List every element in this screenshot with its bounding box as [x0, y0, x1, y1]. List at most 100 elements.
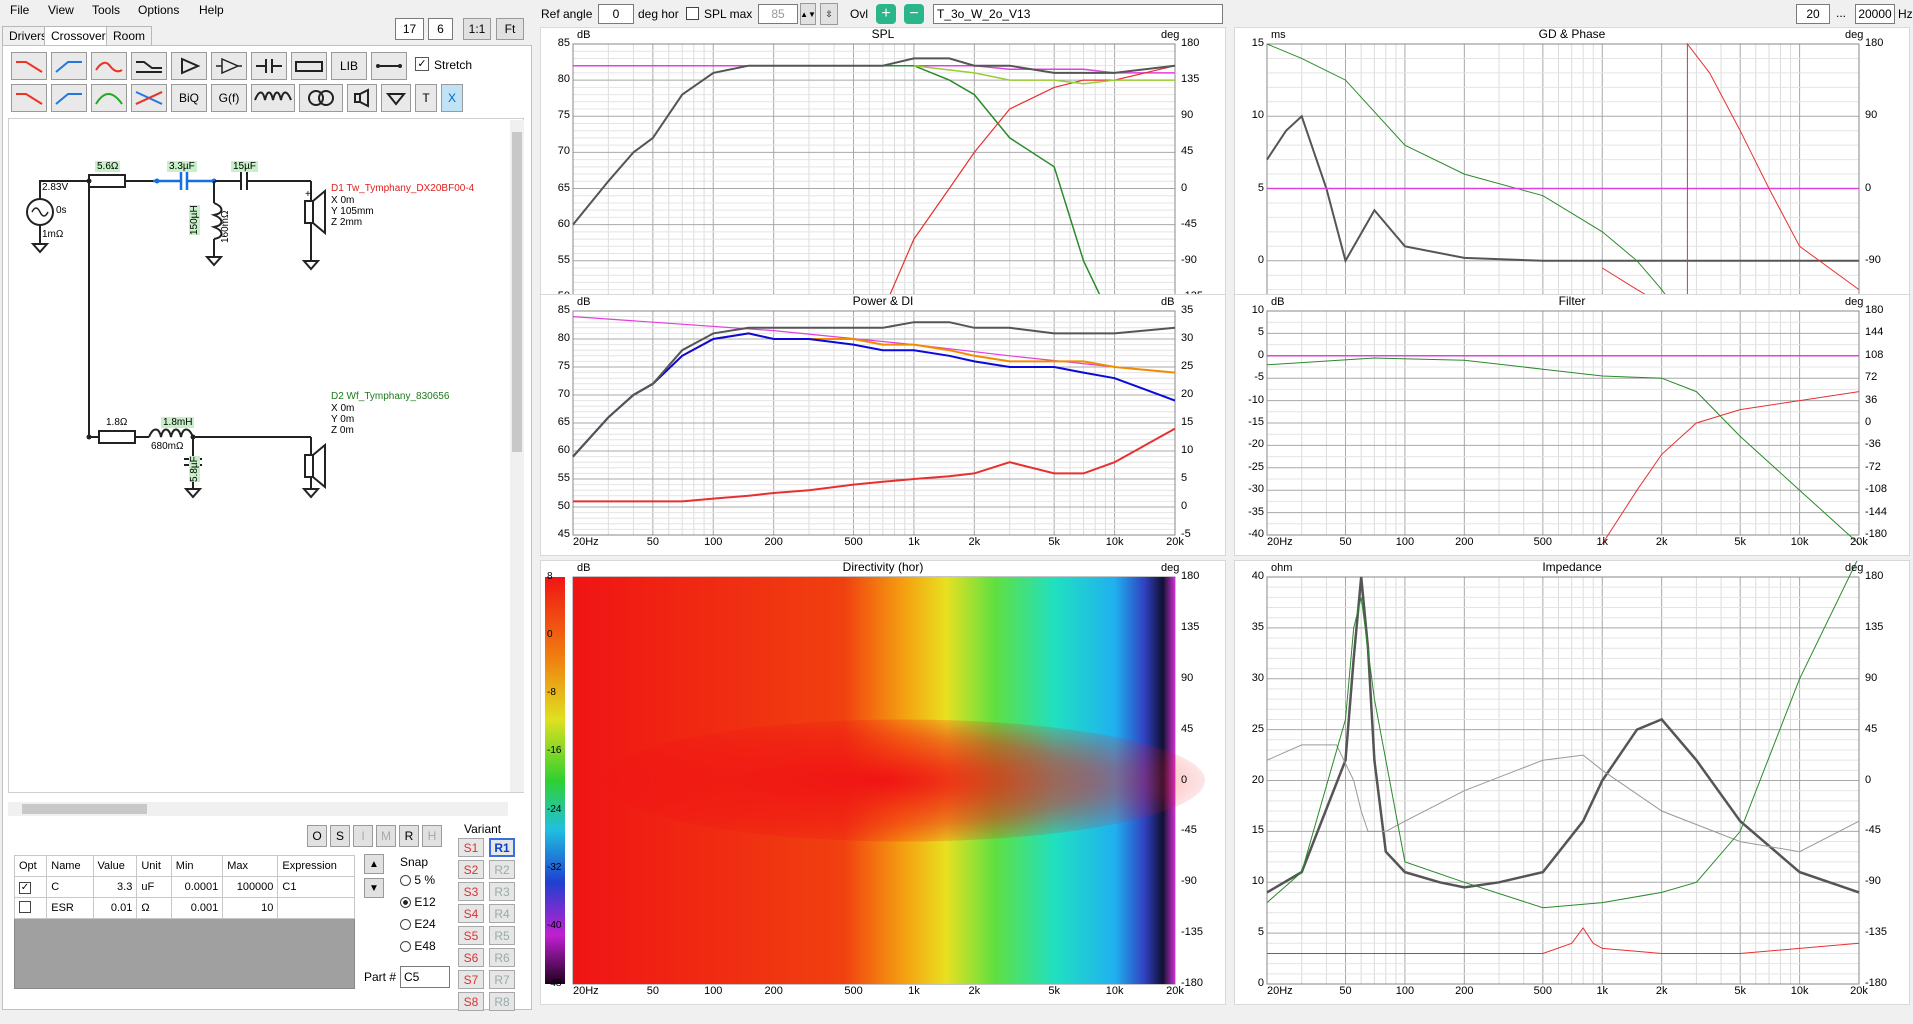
ground-button[interactable]: [381, 84, 411, 112]
cell-name[interactable]: C: [46, 876, 94, 898]
snap-option-5[interactable]: 5 %: [400, 873, 435, 887]
hscroll-thumb[interactable]: [22, 804, 147, 814]
cell-value[interactable]: 0.01: [92, 897, 138, 919]
tab-room[interactable]: Room: [106, 26, 153, 46]
driver-button[interactable]: [347, 84, 377, 112]
move-down-button[interactable]: ▼: [364, 878, 384, 898]
directivity-chart[interactable]: Directivity (hor) 20Hz 50 100 200 500 1k 2k 5k 10…: [540, 560, 1226, 1005]
o-button[interactable]: O: [307, 825, 327, 847]
highpass-2-button[interactable]: [11, 84, 47, 112]
shelf-button[interactable]: [131, 52, 167, 80]
variant-r7-button[interactable]: R7: [489, 970, 515, 989]
variant-s1-button[interactable]: S1: [458, 838, 484, 857]
snap-option-e12[interactable]: E12: [400, 895, 436, 909]
snap-option-e24[interactable]: E24: [400, 917, 436, 931]
opamp-button[interactable]: [211, 52, 247, 80]
menu-help[interactable]: Help: [199, 3, 224, 17]
variant-r6-button[interactable]: R6: [489, 948, 515, 967]
highpass-red-button[interactable]: [11, 52, 47, 80]
wire-button[interactable]: [371, 52, 407, 80]
variant-s2-button[interactable]: S2: [458, 860, 484, 879]
variant-s4-button[interactable]: S4: [458, 904, 484, 923]
menu-file[interactable]: File: [10, 3, 29, 17]
lowpass-blue-button[interactable]: [51, 52, 87, 80]
variant-s7-button[interactable]: S7: [458, 970, 484, 989]
variant-r1-button[interactable]: R1: [489, 838, 515, 857]
menu-options[interactable]: Options: [138, 3, 179, 17]
c2-value[interactable]: 15µF: [231, 161, 258, 172]
menu-tools[interactable]: Tools: [92, 3, 120, 17]
spl-max-checkbox[interactable]: [686, 7, 699, 20]
freq-max-field[interactable]: 20000: [1855, 4, 1895, 24]
stretch-checkbox[interactable]: ✓: [415, 57, 429, 71]
move-up-button[interactable]: ▲: [364, 854, 384, 874]
amp-button[interactable]: [171, 52, 207, 80]
i-button[interactable]: I: [353, 825, 373, 847]
bandpass-red-button[interactable]: [91, 52, 127, 80]
variant-r4-button[interactable]: R4: [489, 904, 515, 923]
table-row[interactable]: ✓ C 3.3 uF 0.0001 100000 C1: [13, 876, 355, 898]
d1-name[interactable]: D1 Tw_Tymphany_DX20BF00-4: [331, 183, 474, 194]
ref-angle-field[interactable]: 0: [598, 4, 634, 24]
biquad-button[interactable]: BiQ: [171, 84, 207, 112]
inductor-button[interactable]: [251, 84, 295, 112]
variant-r5-button[interactable]: R5: [489, 926, 515, 945]
part-number-field[interactable]: C5: [400, 966, 450, 988]
variant-r3-button[interactable]: R3: [489, 882, 515, 901]
impedance-chart[interactable]: Impedance 20Hz 50 100 200 500 1k 2k 5k 10k 20k 40 35…: [1234, 560, 1910, 1005]
freq-min-field[interactable]: 20: [1796, 4, 1830, 24]
c3-value[interactable]: 5.8µF: [189, 456, 200, 482]
text-button[interactable]: T: [415, 84, 437, 112]
spl-auto-button[interactable]: ⇳: [820, 3, 838, 25]
spl-max-field[interactable]: 85: [758, 4, 798, 24]
lowpass-2-button[interactable]: [51, 84, 87, 112]
c1-value[interactable]: 3.3µF: [167, 161, 197, 172]
notch-button[interactable]: [131, 84, 167, 112]
variant-s6-button[interactable]: S6: [458, 948, 484, 967]
variant-s5-button[interactable]: S5: [458, 926, 484, 945]
l1-value[interactable]: 150µH: [189, 205, 200, 235]
cell-value[interactable]: 3.3: [92, 876, 138, 898]
cell-min[interactable]: 0.0001: [170, 876, 224, 898]
design-name-field[interactable]: T_3o_W_2o_V13: [933, 4, 1223, 24]
spl-spinner[interactable]: ▲▼: [800, 3, 816, 25]
cell-name[interactable]: ESR: [46, 897, 94, 919]
h-button[interactable]: H: [422, 825, 442, 847]
bandpass-green-button[interactable]: [91, 84, 127, 112]
transformer-button[interactable]: [299, 84, 343, 112]
opt-checkbox[interactable]: [13, 897, 48, 919]
capacitor-button[interactable]: [251, 52, 287, 80]
cell-max[interactable]: 100000: [222, 876, 279, 898]
d2-name[interactable]: D2 Wf_Tymphany_830656: [331, 391, 449, 402]
opt-checkbox-checked[interactable]: ✓: [13, 876, 48, 898]
r2-value[interactable]: 1.8Ω: [106, 417, 127, 428]
r-button[interactable]: R: [399, 825, 419, 847]
add-overlay-icon[interactable]: +: [876, 4, 896, 24]
vscroll-thumb[interactable]: [512, 132, 522, 452]
variant-r8-button[interactable]: R8: [489, 992, 515, 1011]
m-button[interactable]: M: [376, 825, 396, 847]
schematic-vscrollbar[interactable]: [510, 120, 524, 792]
power-chart[interactable]: Power & DI 20Hz 50 100 200 500 1k 2k 5k 10k 20k 85 8…: [540, 294, 1226, 556]
gf-button[interactable]: G(f): [211, 84, 247, 112]
r1-value[interactable]: 5.6Ω: [95, 161, 121, 172]
table-row[interactable]: ESR 0.01 Ω 0.001 10: [13, 897, 355, 919]
remove-overlay-icon[interactable]: −: [904, 4, 924, 24]
menu-view[interactable]: View: [48, 3, 74, 17]
cell-min[interactable]: 0.001: [170, 897, 224, 919]
lib-button[interactable]: LIB: [331, 52, 367, 80]
l2-value[interactable]: 1.8mH: [161, 417, 195, 428]
delete-button[interactable]: X: [441, 84, 463, 112]
variant-r2-button[interactable]: R2: [489, 860, 515, 879]
snap-option-e48[interactable]: E48: [400, 939, 436, 953]
resistor-button[interactable]: [291, 52, 327, 80]
cell-max[interactable]: 10: [222, 897, 279, 919]
schematic-canvas[interactable]: + 2.83V 0s 1mΩ 5.6Ω 3.3µF 15µF 150µH 160…: [8, 118, 524, 793]
filter-chart[interactable]: Filter 20Hz 50 100 200 500 1k 2k 5k 10k 20k 10 5 0 -5-…: [1234, 294, 1910, 556]
cell-expression[interactable]: C1: [277, 876, 355, 898]
cell-expression[interactable]: [277, 897, 355, 919]
variant-s3-button[interactable]: S3: [458, 882, 484, 901]
variant-s8-button[interactable]: S8: [458, 992, 484, 1011]
schematic-hscrollbar[interactable]: [8, 802, 508, 816]
s-button[interactable]: S: [330, 825, 350, 847]
